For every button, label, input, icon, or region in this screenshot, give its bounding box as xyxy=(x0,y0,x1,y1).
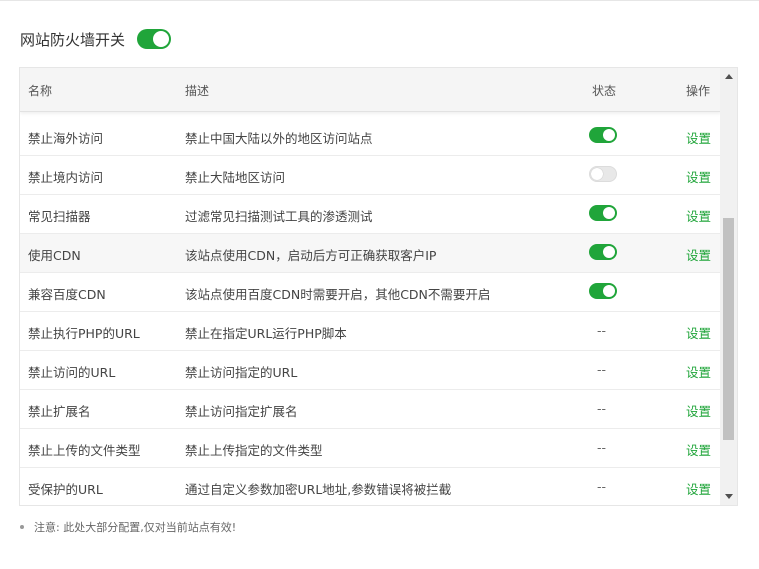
rule-toggle[interactable] xyxy=(589,283,617,299)
toggle-knob xyxy=(603,207,615,219)
rule-toggle[interactable] xyxy=(589,127,617,143)
rule-name: 兼容百度CDN xyxy=(28,287,106,302)
toggle-knob xyxy=(591,168,603,180)
rule-settings-link[interactable]: 设置 xyxy=(686,401,711,420)
rule-toggle[interactable] xyxy=(589,244,617,260)
rule-status-text: -- xyxy=(597,323,607,338)
rule-toggle[interactable] xyxy=(589,166,617,182)
rule-desc: 禁止访问指定扩展名 xyxy=(185,404,298,419)
toggle-knob xyxy=(603,285,615,297)
scroll-thumb[interactable] xyxy=(723,218,734,440)
rule-settings-link[interactable]: 设置 xyxy=(686,167,711,186)
rule-name: 常见扫描器 xyxy=(28,209,91,224)
rule-desc: 禁止访问指定的URL xyxy=(185,365,298,380)
bullet-icon xyxy=(20,525,24,529)
rule-settings-link[interactable]: 设置 xyxy=(686,440,711,459)
rule-name: 禁止访问的URL xyxy=(28,365,116,380)
rule-name: 禁止海外访问 xyxy=(28,131,104,146)
rule-settings-link[interactable]: 设置 xyxy=(686,479,711,498)
rule-settings-link[interactable]: 设置 xyxy=(686,323,711,342)
rule-status-text: -- xyxy=(597,479,607,494)
table-scrollbar[interactable] xyxy=(720,68,737,505)
rule-desc: 禁止上传指定的文件类型 xyxy=(185,443,323,458)
rule-desc: 禁止在指定URL运行PHP脚本 xyxy=(185,326,347,341)
rule-desc: 禁止中国大陆以外的地区访问站点 xyxy=(185,131,373,146)
rule-settings-link[interactable]: 设置 xyxy=(686,206,711,225)
header-desc: 描述 xyxy=(185,84,210,98)
table-row: 禁止上传的文件类型 禁止上传指定的文件类型 -- 设置 xyxy=(20,429,721,468)
rule-settings-link[interactable]: 设置 xyxy=(686,245,711,264)
header-name: 名称 xyxy=(28,84,53,98)
rule-name: 受保护的URL xyxy=(28,482,103,497)
toggle-knob xyxy=(153,31,170,47)
firewall-switch-label: 网站防火墙开关 xyxy=(20,30,126,49)
table-row: 兼容百度CDN 该站点使用百度CDN时需要开启，其他CDN不需要开启 xyxy=(20,273,721,312)
rule-toggle[interactable] xyxy=(589,205,617,221)
firewall-master-switch: 网站防火墙开关 xyxy=(20,26,172,52)
rule-desc: 过滤常见扫描测试工具的渗透测试 xyxy=(185,209,373,224)
rule-settings-link[interactable]: 设置 xyxy=(686,362,711,381)
table-header: 名称 描述 状态 操作 xyxy=(20,68,721,112)
rule-name: 禁止扩展名 xyxy=(28,404,91,419)
toggle-knob xyxy=(603,129,615,141)
rule-name: 禁止执行PHP的URL xyxy=(28,326,140,341)
scroll-up-icon[interactable] xyxy=(725,74,733,79)
toggle-knob xyxy=(603,246,615,258)
rule-desc: 禁止大陆地区访问 xyxy=(185,170,286,185)
table-row: 禁止执行PHP的URL 禁止在指定URL运行PHP脚本 -- 设置 xyxy=(20,312,721,351)
rule-status-text: -- xyxy=(597,362,607,377)
footer-note: 注意: 此处大部分配置,仅对当前站点有效! xyxy=(20,519,236,535)
scroll-down-icon[interactable] xyxy=(725,494,733,499)
table-row: 使用CDN 该站点使用CDN，启动后方可正确获取客户IP 设置 xyxy=(20,234,721,273)
firewall-master-toggle[interactable] xyxy=(137,29,172,49)
table-row: 禁止海外访问 禁止中国大陆以外的地区访问站点 设置 xyxy=(20,117,721,156)
rule-status-text: -- xyxy=(597,440,607,455)
top-divider xyxy=(0,0,759,1)
rule-desc: 该站点使用百度CDN时需要开启，其他CDN不需要开启 xyxy=(185,287,491,302)
table-body: 禁止海外访问 禁止中国大陆以外的地区访问站点 设置 禁止境内访问 禁止大陆地区访… xyxy=(20,117,721,505)
table-row: 常见扫描器 过滤常见扫描测试工具的渗透测试 设置 xyxy=(20,195,721,234)
rule-name: 禁止境内访问 xyxy=(28,170,104,185)
rule-name: 使用CDN xyxy=(28,248,81,263)
rules-table: 名称 描述 状态 操作 禁止海外访问 禁止中国大陆以外的地区访问站点 设置 禁止… xyxy=(19,67,738,506)
header-status: 状态 xyxy=(592,84,617,98)
rule-desc: 通过自定义参数加密URL地址,参数错误将被拦截 xyxy=(185,482,452,497)
rule-desc: 该站点使用CDN，启动后方可正确获取客户IP xyxy=(185,248,437,263)
table-row: 禁止访问的URL 禁止访问指定的URL -- 设置 xyxy=(20,351,721,390)
rule-status-text: -- xyxy=(597,401,607,416)
table-row: 受保护的URL 通过自定义参数加密URL地址,参数错误将被拦截 -- 设置 xyxy=(20,468,721,505)
table-row: 禁止境内访问 禁止大陆地区访问 设置 xyxy=(20,156,721,195)
table-row: 禁止扩展名 禁止访问指定扩展名 -- 设置 xyxy=(20,390,721,429)
rule-settings-link[interactable]: 设置 xyxy=(686,128,711,147)
rule-name: 禁止上传的文件类型 xyxy=(28,443,141,458)
note-text: 注意: 此处大部分配置,仅对当前站点有效! xyxy=(34,521,237,534)
header-op: 操作 xyxy=(686,84,711,98)
